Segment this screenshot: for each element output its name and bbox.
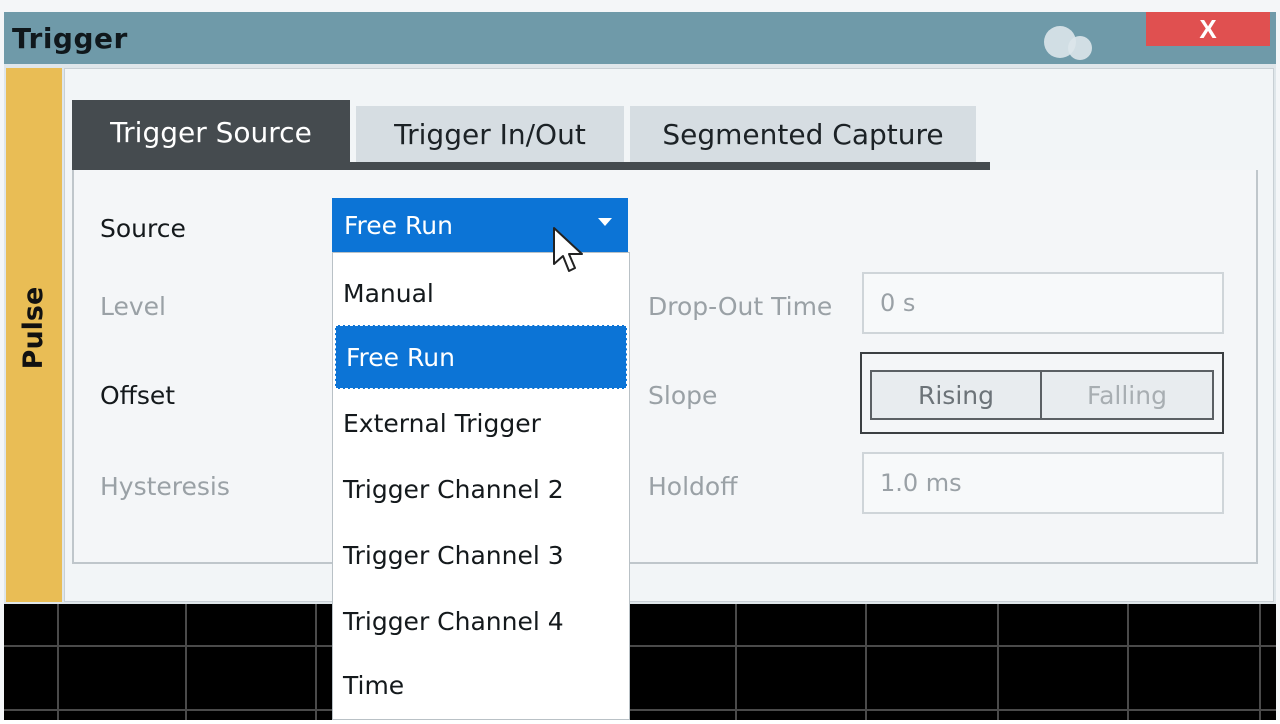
title-bar: Trigger X [4, 12, 1276, 64]
menu-item-trigger-channel-3[interactable]: Trigger Channel 3 [333, 523, 629, 587]
tab-trigger-source[interactable]: Trigger Source [72, 100, 350, 164]
source-label: Source [100, 214, 186, 243]
menu-item-trigger-channel-2[interactable]: Trigger Channel 2 [333, 457, 629, 521]
cloud-icon [1044, 26, 1092, 60]
menu-item-trigger-channel-4[interactable]: Trigger Channel 4 [333, 589, 629, 653]
source-dropdown-value: Free Run [344, 210, 453, 240]
window-title: Trigger [12, 22, 128, 55]
menu-item-free-run[interactable]: Free Run [335, 325, 627, 389]
menu-item-time[interactable]: Time [333, 653, 629, 717]
tab-underline [72, 162, 990, 170]
hysteresis-label: Hysteresis [100, 472, 230, 501]
dropout-time-field[interactable]: 0 s [862, 272, 1224, 334]
slope-falling-button[interactable]: Falling [1040, 370, 1214, 420]
close-button[interactable]: X [1146, 12, 1270, 46]
dropout-time-label: Drop-Out Time [648, 292, 833, 321]
mouse-pointer-icon [553, 227, 583, 272]
grid-lines [4, 604, 1276, 720]
slope-rising-button[interactable]: Rising [870, 370, 1042, 420]
display-grid [4, 604, 1276, 720]
level-label: Level [100, 292, 166, 321]
chevron-down-icon [598, 218, 612, 226]
trigger-dialog: Trigger X Pulse Trigger Source Trigger I… [0, 0, 1280, 720]
tab-segmented-capture[interactable]: Segmented Capture [630, 106, 976, 162]
slope-label: Slope [648, 381, 718, 410]
menu-item-external-trigger[interactable]: External Trigger [333, 391, 629, 455]
side-tab-pulse[interactable]: Pulse [6, 68, 62, 602]
offset-label: Offset [100, 381, 176, 410]
holdoff-field[interactable]: 1.0 ms [862, 452, 1224, 514]
source-dropdown-menu: Manual Free Run External Trigger Trigger… [332, 252, 630, 720]
tab-trigger-in-out[interactable]: Trigger In/Out [356, 106, 624, 162]
side-tab-label: Pulse [18, 286, 49, 370]
holdoff-label: Holdoff [648, 472, 738, 501]
